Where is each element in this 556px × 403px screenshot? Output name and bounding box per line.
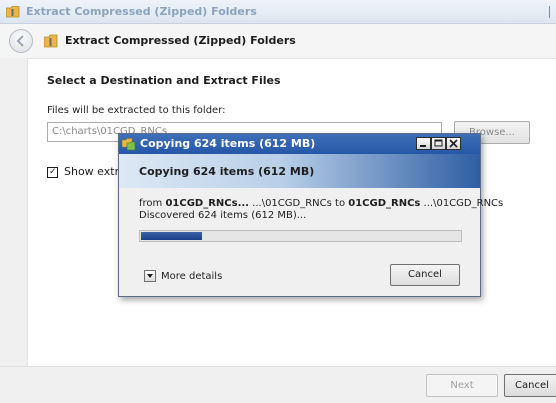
window-title: Extract Compressed (Zipped) Folders	[26, 5, 257, 18]
minimize-button[interactable]	[416, 137, 431, 150]
copy-status-heading: Copying 624 items (612 MB)	[139, 165, 315, 178]
source-path: ...\01CGD_RNCs to	[248, 198, 349, 209]
copy-dialog-title-bar[interactable]: Copying 624 items (612 MB)	[119, 134, 480, 154]
navigation-bar: Extract Compressed (Zipped) Folders	[0, 24, 556, 58]
copy-cancel-button[interactable]: Cancel	[390, 264, 460, 286]
window-edge-marker	[549, 6, 556, 18]
close-icon	[449, 139, 458, 148]
destination-path: ...\01CGD_RNCs	[420, 198, 504, 209]
wizard-button-bar: Next Cancel	[0, 366, 556, 403]
maximize-button[interactable]	[431, 137, 446, 150]
destination-label: Files will be extracted to this folder:	[47, 105, 226, 116]
show-files-checkbox[interactable]: ✓	[47, 167, 58, 178]
copy-progress-fill	[141, 232, 202, 240]
copy-dialog-title: Copying 624 items (612 MB)	[140, 137, 316, 150]
from-prefix: from	[139, 198, 166, 209]
copy-progress-dialog: Copying 624 items (612 MB) Copying 624 i…	[118, 133, 503, 297]
cancel-button[interactable]: Cancel	[504, 374, 556, 397]
back-button[interactable]	[9, 29, 33, 53]
copy-dialog-header: Copying 624 items (612 MB)	[119, 154, 480, 188]
folder-zip-icon	[6, 6, 20, 18]
copy-files-icon	[122, 138, 136, 151]
more-details-toggle[interactable]	[144, 270, 156, 282]
maximize-icon	[434, 139, 443, 147]
wizard-title: Extract Compressed (Zipped) Folders	[65, 34, 296, 47]
section-heading: Select a Destination and Extract Files	[47, 74, 281, 87]
minimize-icon	[420, 145, 426, 147]
more-details-label[interactable]: More details	[161, 271, 222, 282]
window-title-bar[interactable]: Extract Compressed (Zipped) Folders	[0, 0, 556, 24]
extract-wizard-screen: Extract Compressed (Zipped) Folders Extr…	[0, 0, 556, 403]
chevron-down-icon	[147, 274, 153, 278]
destination-folder-link[interactable]: 01CGD_RNCs	[348, 198, 420, 209]
folder-zip-icon	[44, 34, 58, 48]
next-button[interactable]: Next	[426, 374, 498, 397]
copy-source-destination: from 01CGD_RNCs... ...\01CGD_RNCs to 01C…	[139, 198, 503, 209]
back-arrow-icon	[16, 35, 24, 47]
close-button[interactable]	[446, 137, 461, 150]
checkmark-icon: ✓	[49, 167, 57, 177]
discovered-items-text: Discovered 624 items (612 MB)...	[139, 210, 307, 221]
source-folder-link[interactable]: 01CGD_RNCs...	[165, 198, 249, 209]
copy-progress-bar	[139, 230, 462, 242]
copy-dialog-body: from 01CGD_RNCs... ...\01CGD_RNCs to 01C…	[119, 188, 503, 296]
